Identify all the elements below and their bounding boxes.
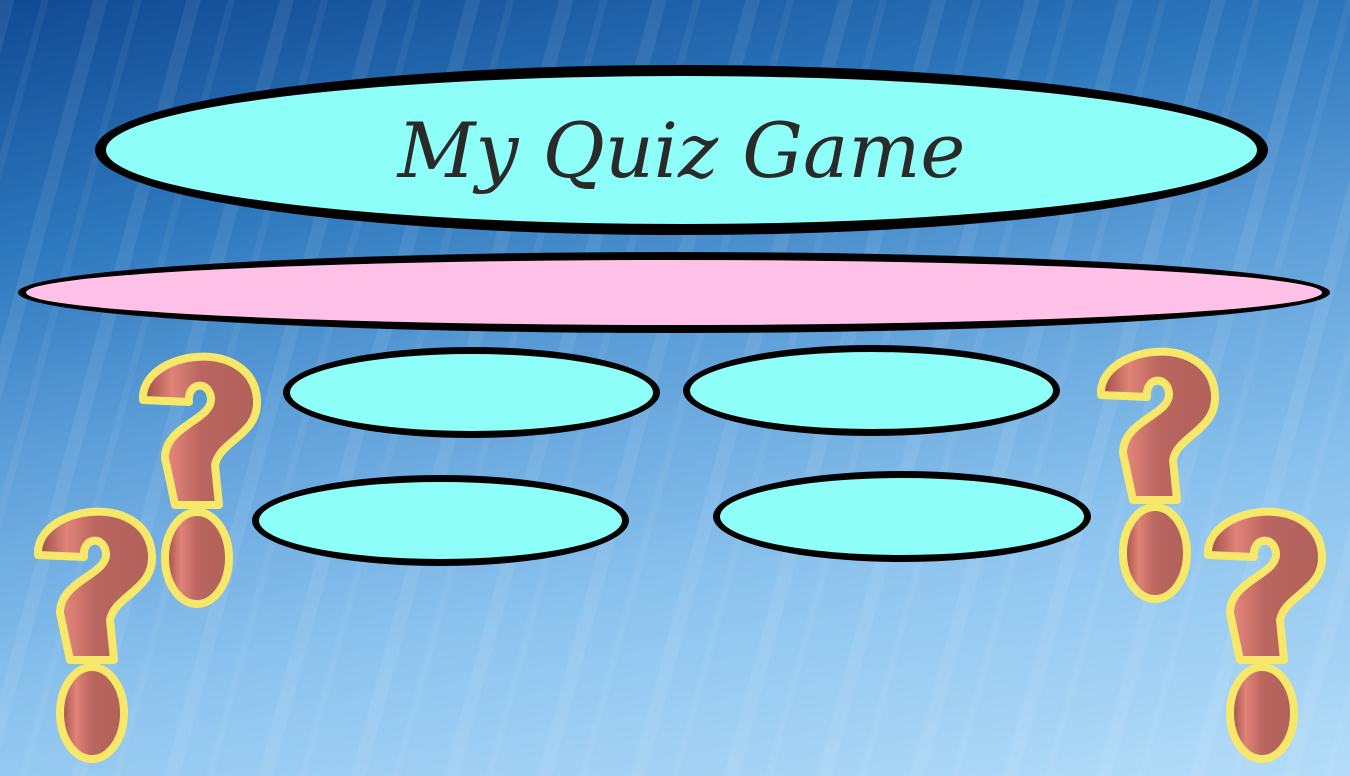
question-banner (18, 252, 1330, 333)
game-title: My Quiz Game (95, 65, 1268, 235)
question-mark-icon (30, 495, 160, 765)
answer-button-4[interactable] (713, 471, 1091, 562)
answer-button-2[interactable] (683, 345, 1060, 436)
answer-button-1[interactable] (283, 347, 660, 438)
answer-button-3[interactable] (252, 475, 629, 566)
question-mark-icon (1200, 495, 1330, 765)
